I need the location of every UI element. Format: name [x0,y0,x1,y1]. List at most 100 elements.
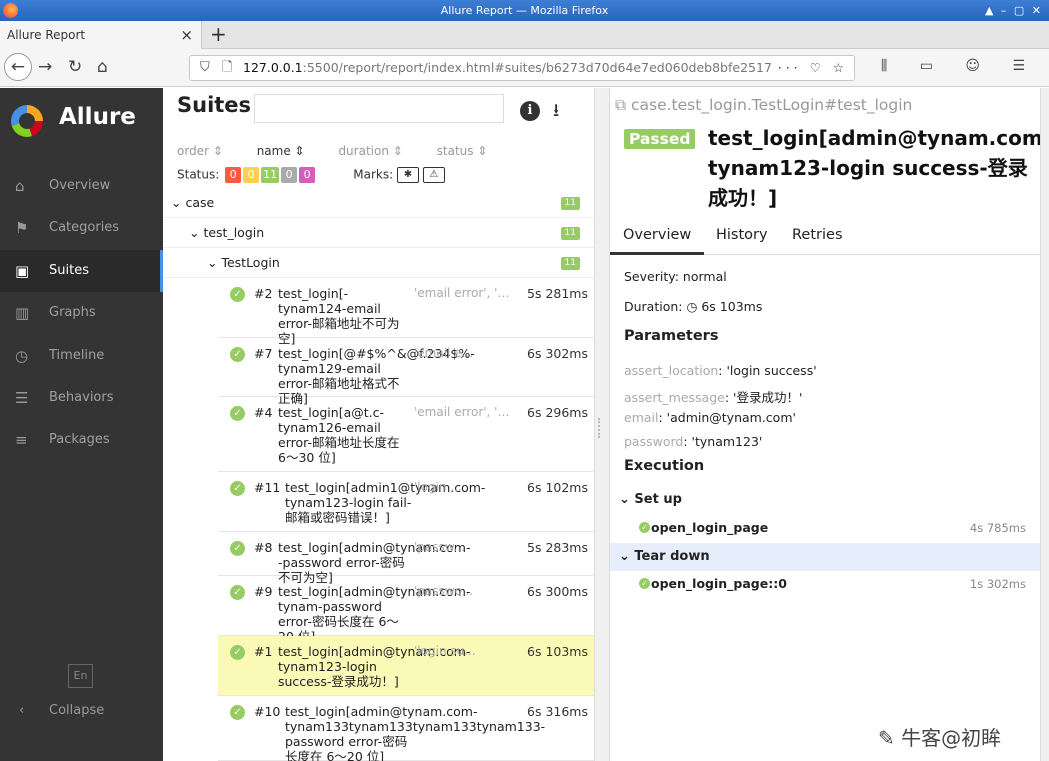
passed-check-icon: ✓ [230,541,245,556]
url-path: :5500/report/report/index.html#suites/b6… [302,60,815,75]
sidebar-item-behaviors[interactable]: ☰ Behaviors [0,377,163,419]
severity-text: Severity: normal [624,269,727,284]
language-switch[interactable]: En [68,664,93,688]
panel-splitter[interactable] [594,88,610,761]
flaky-mark-icon[interactable]: ✱ [396,167,419,183]
sidebar-item-timeline[interactable]: ◷ Timeline [0,335,163,377]
test-row[interactable]: ✓ #1 test_login[admin@tynam.com-tynam123-l… [218,636,594,696]
test-number: #2 [254,286,273,301]
search-input[interactable] [254,94,504,123]
url-bar[interactable]: ⛉ 🗋 127.0.0.1:5500/report/report/index.h… [189,55,855,81]
param-key: email [624,410,659,425]
warning-mark-icon[interactable]: ⚠ [422,167,445,183]
parameter-row: password: 'tynam123' [624,434,762,449]
test-name: test_login[a@t.c-tynam126-email error-邮箱… [278,405,400,465]
browser-tab[interactable]: Allure Report × [0,21,202,49]
status-count-badge[interactable]: 0 [225,167,242,183]
passed-check-icon: ✓ [230,287,245,302]
setup-step[interactable]: ✓ open_login_page 4s 785ms [610,515,1040,541]
sort-duration[interactable]: duration ⇕ [338,144,402,158]
test-row[interactable]: ✓ #4 test_login[a@t.c-tynam126-email error… [218,397,594,472]
close-tab-icon[interactable]: × [180,21,193,49]
teardown-step[interactable]: ✓ open_login_page::0 1s 302ms [610,571,1040,597]
group-label: ⌄ case [171,195,215,210]
test-duration: 5s 283ms [527,540,588,555]
group-count-badge: 11 [560,257,580,270]
test-row[interactable]: ✓ #10 test_login[admin@tynam.com-tynam133t… [218,696,594,761]
passed-check-icon: ✓ [230,645,245,660]
splitter-handle[interactable] [598,418,604,438]
window-controls[interactable]: ▲ – ▢ ✕ [985,0,1043,21]
forward-button[interactable]: → [38,55,52,79]
passed-check-icon: ✓ [230,705,245,720]
test-name: test_login[admin@tynam.com-tynam133tynam… [285,704,546,761]
page-scrollbar[interactable] [1040,88,1049,761]
copy-icon[interactable]: ⧉ [615,96,631,114]
test-name: test_login[admin1@tynam.com-tynam123-log… [285,480,486,525]
test-params: 'email e... [414,346,474,360]
flag-icon: ⚑ [15,219,29,238]
watermark-icon: ✎ [878,726,902,750]
sidebar-item-graphs[interactable]: ▥ Graphs [0,292,163,334]
toolbar-icons[interactable]: ⫼ ▭ ☺ ☰ [881,58,1039,74]
url-actions-icons[interactable]: ··· ♡ ☆ [771,56,854,80]
download-icon[interactable]: ⭳ [553,98,559,128]
sort-order[interactable]: order ⇕ [177,144,223,158]
test-duration: 6s 302ms [527,346,588,361]
setup-header[interactable]: ⌄ Set up [610,486,1040,514]
test-detail-panel: ⧉ case.test_login.TestLogin#test_login P… [610,88,1040,761]
tab-retries[interactable]: Retries [792,227,843,255]
test-row[interactable]: ✓ #7 test_login[@#$%^&@f.234$%-tynam129-em… [218,338,594,406]
sidebar-item-label: Behaviors [49,390,114,405]
param-value: : '登录成功！' [724,389,803,405]
back-button[interactable]: ← [4,53,32,81]
collapse-button[interactable]: ‹ Collapse [0,696,163,726]
status-count-badge[interactable]: 11 [261,167,280,183]
test-number: #10 [254,704,281,719]
allure-sidebar: Allure ⌂ Overview ⚑ Categories ▣ Suites ▥ Graph… [0,88,163,761]
sidebar-item-categories[interactable]: ⚑ Categories [0,207,163,249]
tree-group[interactable]: ⌄ test_login 11 [163,218,594,248]
url-host: 127.0.0.1 [243,60,303,75]
new-tab-button[interactable]: + [210,21,227,47]
home-button[interactable]: ⌂ [97,55,108,79]
test-row[interactable]: ✓ #2 test_login[-tynam124-email error-邮箱地址… [218,278,594,346]
status-count-badge[interactable]: 0 [281,167,298,183]
list-icon: ☰ [15,389,29,407]
tree-group[interactable]: ⌄ TestLogin 11 [163,248,594,278]
sidebar-item-label: Categories [49,220,120,236]
param-key: password [624,433,684,449]
execution-heading: Execution [624,458,705,474]
teardown-header[interactable]: ⌄ Tear down [610,543,1040,571]
sort-status[interactable]: status ⇕ [437,144,488,158]
passed-check-icon: ✓ [230,481,245,496]
test-params: 'passw... [414,540,465,554]
reload-button[interactable]: ↻ [68,55,82,79]
tree-group[interactable]: ⌄ case 11 [163,188,594,218]
brand-name: Allure [59,104,136,130]
test-params: 'email error', '邮... [414,286,517,300]
passed-check-icon: ✓ [230,406,245,421]
parameter-row: email: 'admin@tynam.com' [624,410,796,425]
allure-logo-icon [11,105,43,137]
tab-overview[interactable]: Overview [610,227,705,255]
status-filter-row: Status: 0 0 11 0 0 Marks: ✱ ⚠ [177,167,445,183]
briefcase-icon: ▣ [15,261,30,280]
test-row[interactable]: ✓ #9 test_login[admin@tynam.com-tynam-pass… [218,576,594,644]
test-row[interactable]: ✓ #11 test_login[admin1@tynam.com-tynam123… [218,472,594,532]
test-row[interactable]: ✓ #8 test_login[admin@tynam.com--password … [218,532,594,585]
test-number: #7 [254,346,273,361]
sidebar-item-packages[interactable]: ≡ Packages [0,419,163,461]
test-duration: 6s 103ms [527,644,588,659]
sidebar-item-suites[interactable]: ▣ Suites [0,249,163,292]
status-count-badge[interactable]: 0 [299,167,316,183]
sidebar-item-label: Packages [49,432,110,448]
tab-history[interactable]: History [716,227,768,255]
sidebar-item-overview[interactable]: ⌂ Overview [0,165,163,207]
shield-icon[interactable]: ⛉ [200,56,210,80]
info-icon[interactable]: i [520,101,540,121]
sort-name[interactable]: name ⇕ [257,144,305,158]
status-count-badge[interactable]: 0 [243,167,260,183]
test-duration: 6s 316ms [527,704,588,719]
window-titlebar: Allure Report — Mozilla Firefox ▲ – ▢ ✕ [0,0,1049,21]
